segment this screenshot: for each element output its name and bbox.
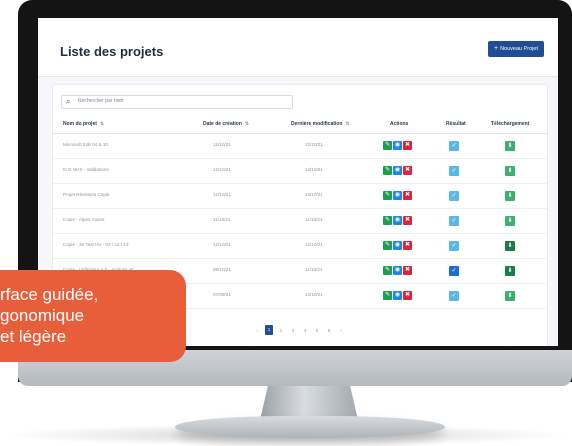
row-actions: ✎ ◉ ✖ xyxy=(383,291,412,300)
view-icon[interactable]: ◉ xyxy=(393,191,402,200)
col-modified-header[interactable]: Dernière modification ⇅ xyxy=(291,121,350,127)
created-date: 12/10/21 xyxy=(213,167,231,172)
project-name[interactable]: Projet Révisions Copie xyxy=(63,192,109,197)
view-icon[interactable]: ◉ xyxy=(393,216,402,225)
monitor-stand-neck xyxy=(260,386,358,420)
row-actions: ✎ ◉ ✖ xyxy=(383,141,412,150)
modified-date: 12/10/21 xyxy=(305,242,323,247)
modified-date: 12/10/21 xyxy=(305,142,323,147)
delete-icon[interactable]: ✖ xyxy=(403,141,412,150)
plus-icon: + xyxy=(493,45,499,52)
table-row: ICO-NHS - Validations 12/10/21 12/10/21 ✎ ◉ ✖… xyxy=(53,159,547,184)
new-project-label: Nouveau Projet xyxy=(500,46,538,52)
download-icon[interactable]: ⬇ xyxy=(505,141,515,151)
delete-icon[interactable]: ✖ xyxy=(403,241,412,250)
result-icon[interactable]: ✓ xyxy=(449,216,459,226)
table-row: Copie - 3e Test HV - 04 / 12 / 13 12/10/2… xyxy=(53,234,547,259)
pagination-page[interactable]: 3 xyxy=(289,328,297,333)
table-row: Copie - Alpes routes 11/10/21 11/10/21 ✎ ◉ ✖ ✓… xyxy=(53,209,547,234)
edit-icon[interactable]: ✎ xyxy=(383,166,392,175)
new-project-button[interactable]: + Nouveau Projet xyxy=(487,41,544,57)
sort-icon: ⇅ xyxy=(345,121,350,127)
row-actions: ✎ ◉ ✖ xyxy=(383,216,412,225)
view-icon[interactable]: ◉ xyxy=(393,241,402,250)
table-row: Microsoft Edit 04 & 10 12/10/21 12/10/21 ✎ ◉… xyxy=(53,134,547,159)
created-date: 12/10/21 xyxy=(213,242,231,247)
modified-date: 11/10/21 xyxy=(305,267,323,272)
table-row: Projet Révisions Copie 12/10/21 12/10/21 ✎ ◉… xyxy=(53,184,547,209)
row-actions: ✎ ◉ ✖ xyxy=(383,266,412,275)
edit-icon[interactable]: ✎ xyxy=(383,216,392,225)
result-icon[interactable]: ✓ xyxy=(449,266,459,276)
pagination-page[interactable]: › xyxy=(337,328,345,333)
scene: Liste des projets + Nouveau Projet ⌕ Rec… xyxy=(0,0,572,446)
project-name[interactable]: Copie - Alpes routes xyxy=(63,217,104,222)
sort-icon: ⇅ xyxy=(244,121,250,127)
result-icon[interactable]: ✓ xyxy=(449,241,459,251)
download-icon[interactable]: ⬇ xyxy=(505,291,515,301)
col-created-header[interactable]: Date de création ⇅ xyxy=(203,121,249,127)
download-icon[interactable]: ⬇ xyxy=(505,266,515,276)
delete-icon[interactable]: ✖ xyxy=(403,291,412,300)
search-input[interactable]: ⌕ Rechercher par nom xyxy=(61,95,293,109)
delete-icon[interactable]: ✖ xyxy=(403,191,412,200)
row-actions: ✎ ◉ ✖ xyxy=(383,191,412,200)
page-header: Liste des projets + Nouveau Projet xyxy=(38,18,558,77)
view-icon[interactable]: ◉ xyxy=(393,266,402,275)
modified-date: 12/10/21 xyxy=(305,192,323,197)
project-name[interactable]: ICO-NHS - Validations xyxy=(63,167,109,172)
pagination: ‹ 1 2 3 4 5 6 › xyxy=(253,325,345,335)
search-icon: ⌕ xyxy=(66,97,71,106)
search-placeholder: Rechercher par nom xyxy=(78,98,124,104)
pagination-page[interactable]: 6 xyxy=(325,328,333,333)
result-icon[interactable]: ✓ xyxy=(449,291,459,301)
sort-icon: ⇅ xyxy=(99,121,105,127)
project-name[interactable]: Microsoft Edit 04 & 10 xyxy=(63,142,108,147)
view-icon[interactable]: ◉ xyxy=(393,166,402,175)
download-icon[interactable]: ⬇ xyxy=(505,191,515,201)
col-actions-header: Actions xyxy=(390,121,409,127)
pagination-page[interactable]: 5 xyxy=(313,328,321,333)
created-date: 09/10/21 xyxy=(213,267,231,272)
created-date: 12/10/21 xyxy=(213,142,231,147)
view-icon[interactable]: ◉ xyxy=(393,141,402,150)
modified-date: 11/10/21 xyxy=(305,217,323,222)
col-download-header: Téléchargement xyxy=(491,121,530,127)
edit-icon[interactable]: ✎ xyxy=(383,241,392,250)
delete-icon[interactable]: ✖ xyxy=(403,266,412,275)
download-icon[interactable]: ⬇ xyxy=(505,216,515,226)
col-name-header[interactable]: Nom du projet ⇅ xyxy=(63,121,104,127)
pagination-page[interactable]: ‹ xyxy=(253,328,261,333)
monitor-stand-base xyxy=(175,416,445,438)
modified-date: 12/10/21 xyxy=(305,292,323,297)
project-name[interactable]: Copie - 3e Test HV - 04 / 12 / 13 xyxy=(63,242,129,247)
edit-icon[interactable]: ✎ xyxy=(383,141,392,150)
edit-icon[interactable]: ✎ xyxy=(383,266,392,275)
download-icon[interactable]: ⬇ xyxy=(505,241,515,251)
pagination-page[interactable]: 4 xyxy=(301,328,309,333)
result-icon[interactable]: ✓ xyxy=(449,141,459,151)
callout-text: rface guidée, gonomique et légère xyxy=(0,285,99,346)
row-actions: ✎ ◉ ✖ xyxy=(383,241,412,250)
row-actions: ✎ ◉ ✖ xyxy=(383,166,412,175)
edit-icon[interactable]: ✎ xyxy=(383,191,392,200)
pagination-page[interactable]: 2 xyxy=(277,328,285,333)
modified-date: 12/10/21 xyxy=(305,167,323,172)
callout-banner: rface guidée, gonomique et légère xyxy=(0,270,186,362)
pagination-page[interactable]: 1 xyxy=(265,325,273,335)
page-title: Liste des projets xyxy=(60,44,164,59)
table-header: Nom du projet ⇅ Date de création ⇅ Dernièr… xyxy=(53,117,547,134)
created-date: 11/10/21 xyxy=(213,217,231,222)
col-result-header: Résultat xyxy=(446,121,466,127)
created-date: 07/09/21 xyxy=(213,292,231,297)
delete-icon[interactable]: ✖ xyxy=(403,166,412,175)
created-date: 12/10/21 xyxy=(213,192,231,197)
result-icon[interactable]: ✓ xyxy=(449,191,459,201)
edit-icon[interactable]: ✎ xyxy=(383,291,392,300)
download-icon[interactable]: ⬇ xyxy=(505,166,515,176)
view-icon[interactable]: ◉ xyxy=(393,291,402,300)
delete-icon[interactable]: ✖ xyxy=(403,216,412,225)
result-icon[interactable]: ✓ xyxy=(449,166,459,176)
